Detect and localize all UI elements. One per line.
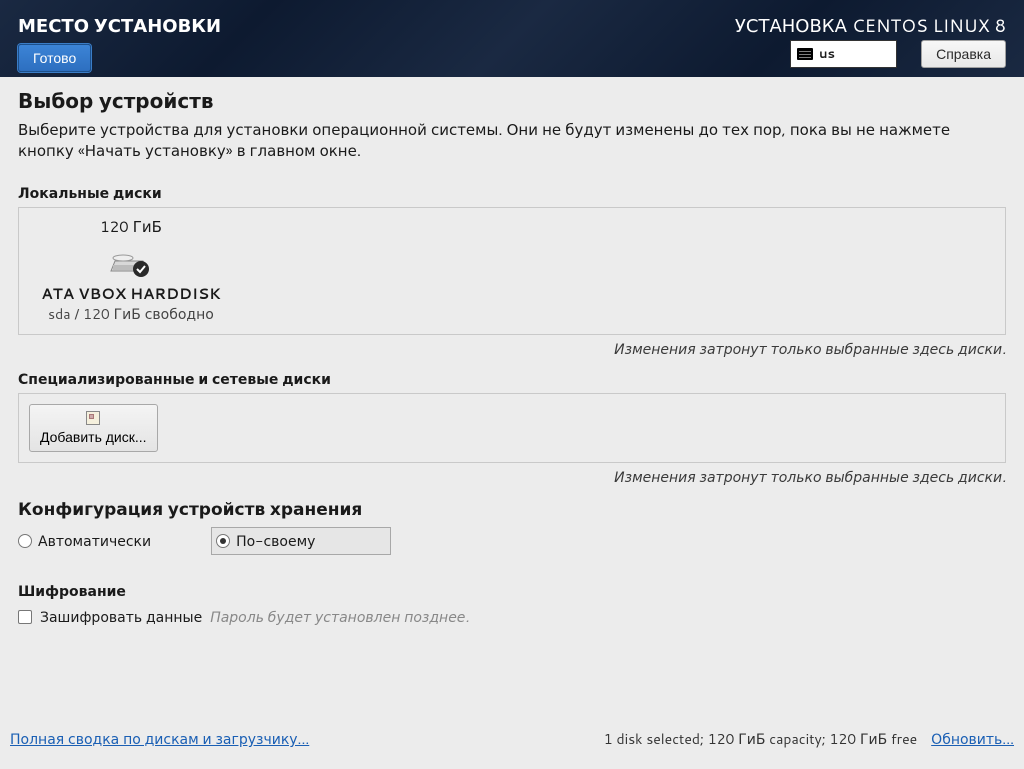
radio-automatic[interactable]: Автоматически <box>18 531 151 551</box>
footer-bar: Полная сводка по дискам и загрузчику... … <box>0 717 1024 769</box>
radio-icon <box>216 534 230 548</box>
content-area: Выбор устройств Выберите устройства для … <box>0 77 1024 627</box>
keyboard-icon <box>797 48 813 60</box>
disk-item[interactable]: 120 ГиБ ATA VBOX HARDDISK sda / 120 ГиБ … <box>31 216 231 324</box>
done-button[interactable]: Готово <box>18 44 91 72</box>
disk-name: ATA VBOX HARDDISK <box>41 283 220 304</box>
radio-custom-label: По-своему <box>236 531 315 551</box>
radio-automatic-label: Автоматически <box>38 531 151 551</box>
full-summary-link[interactable]: Полная сводка по дискам и загрузчику... <box>10 729 309 749</box>
device-selection-desc: Выберите устройства для установки операц… <box>18 119 998 161</box>
local-disks-frame: 120 ГиБ ATA VBOX HARDDISK sda / 120 ГиБ … <box>18 207 1006 335</box>
disk-info: sda / 120 ГиБ свободно <box>48 304 214 324</box>
add-disk-icon <box>86 411 100 425</box>
keyboard-layout-text: us <box>819 45 835 63</box>
device-selection-title: Выбор устройств <box>18 87 1006 115</box>
refresh-link[interactable]: Обновить... <box>931 729 1014 749</box>
storage-config-radio-group: Автоматически По-своему <box>18 527 1006 555</box>
special-disks-hint: Изменения затронут только выбранные здес… <box>18 467 1006 487</box>
special-disks-label: Специализированные и сетевые диски <box>18 369 1006 389</box>
radio-custom[interactable]: По-своему <box>211 527 391 555</box>
radio-icon <box>18 534 32 548</box>
encrypt-note: Пароль будет установлен позднее. <box>210 607 469 627</box>
help-button[interactable]: Справка <box>921 40 1006 68</box>
storage-config-title: Конфигурация устройств хранения <box>18 497 1006 521</box>
encryption-title: Шифрование <box>18 581 1006 601</box>
header-bar: МЕСТО УСТАНОВКИ УСТАНОВКА CENTOS LINUX 8… <box>0 0 1024 77</box>
installer-title: УСТАНОВКА CENTOS LINUX 8 <box>735 12 1006 38</box>
add-disk-label: Добавить диск... <box>40 429 147 445</box>
encrypt-checkbox[interactable] <box>18 610 32 624</box>
disk-status-text: 1 disk selected; 120 ГиБ capacity; 120 Г… <box>604 729 917 749</box>
disk-size: 120 ГиБ <box>100 216 162 237</box>
local-disks-label: Локальные диски <box>18 183 1006 203</box>
keyboard-layout-indicator[interactable]: us <box>790 40 897 68</box>
harddisk-icon <box>109 243 153 277</box>
encrypt-checkbox-label: Зашифровать данные <box>40 607 202 627</box>
local-disks-hint: Изменения затронут только выбранные здес… <box>18 339 1006 359</box>
add-disk-button[interactable]: Добавить диск... <box>29 404 158 452</box>
special-disks-frame: Добавить диск... <box>18 393 1006 463</box>
